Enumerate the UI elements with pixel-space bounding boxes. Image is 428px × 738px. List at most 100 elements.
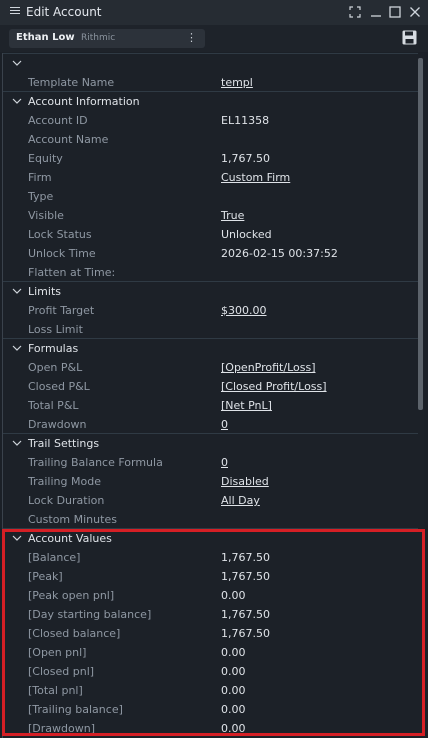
row-lock-duration: Lock Duration All Day: [3, 490, 418, 509]
row-label: [Trailing balance]: [28, 703, 123, 716]
chevron-down-icon[interactable]: [12, 59, 22, 67]
section-title: Account Information: [28, 95, 140, 108]
row-total-pnl: Total P&L [Net PnL]: [3, 395, 418, 414]
row-label: Total P&L: [28, 399, 79, 412]
row-closed-pnl: Closed P&L [Closed Profit/Loss]: [3, 376, 418, 395]
row-label: [Closed pnl]: [28, 665, 95, 678]
drawdown-formula-link[interactable]: 0: [221, 418, 228, 431]
hamburger-menu-icon[interactable]: [10, 5, 20, 16]
scrollbar-thumb[interactable]: [418, 58, 423, 410]
row-flatten-at-time: Flatten at Time:: [3, 262, 418, 281]
section-title: Formulas: [28, 342, 79, 355]
row-open-pnl-value: [Open pnl] 0.00: [3, 642, 418, 661]
row-label: [Day starting balance]: [28, 608, 152, 621]
minimize-icon[interactable]: [369, 5, 383, 19]
row-peak-open-pnl: [Peak open pnl] 0.00: [3, 585, 418, 604]
row-label: [Peak open pnl]: [28, 589, 115, 602]
row-closed-pnl-value: [Closed pnl] 0.00: [3, 661, 418, 680]
row-balance: [Balance] 1,767.50: [3, 547, 418, 566]
chevron-down-icon[interactable]: [12, 534, 22, 542]
chevron-down-icon[interactable]: [12, 439, 22, 447]
row-value: 0.00: [221, 665, 246, 678]
row-label: Trailing Mode: [28, 475, 101, 488]
account-selector[interactable]: Ethan Low Rithmic ⋮: [9, 29, 205, 48]
row-trailing-balance: [Trailing balance] 0.00: [3, 699, 418, 718]
account-name: Ethan Low: [16, 32, 75, 43]
row-label: Open P&L: [28, 361, 83, 374]
section-trail-settings[interactable]: Trail Settings: [3, 433, 418, 452]
row-peak: [Peak] 1,767.50: [3, 566, 418, 585]
row-visible: Visible True: [3, 205, 418, 224]
row-label: Lock Duration: [28, 494, 105, 507]
close-icon[interactable]: [408, 5, 422, 19]
more-options-icon[interactable]: ⋮: [186, 31, 197, 44]
row-account-id: Account ID EL11358: [3, 110, 418, 129]
chevron-down-icon[interactable]: [12, 287, 22, 295]
row-label: Account ID: [28, 114, 88, 127]
row-label: Trailing Balance Formula: [28, 456, 163, 469]
connection-name: Rithmic: [81, 33, 116, 43]
fullscreen-icon[interactable]: [348, 5, 362, 19]
row-label: Equity: [28, 152, 63, 165]
section-formulas[interactable]: Formulas: [3, 338, 418, 357]
profit-target-link[interactable]: $300.00: [221, 304, 267, 317]
total-pnl-formula-link[interactable]: [Net PnL]: [221, 399, 272, 412]
row-drawdown: Drawdown 0: [3, 414, 418, 433]
row-trailing-balance-formula: Trailing Balance Formula 0: [3, 452, 418, 471]
properties-panel: Template Name templ Account Information …: [2, 53, 418, 738]
row-label: Drawdown: [28, 418, 87, 431]
section-account-values[interactable]: Account Values: [3, 528, 418, 547]
row-equity: Equity 1,767.50: [3, 148, 418, 167]
closed-pnl-formula-link[interactable]: [Closed Profit/Loss]: [221, 380, 327, 393]
row-label: Unlock Time: [28, 247, 96, 260]
row-label: Loss Limit: [28, 323, 83, 336]
account-toolbar: Ethan Low Rithmic ⋮: [0, 25, 428, 52]
row-unlock-time: Unlock Time 2026-02-15 00:37:52: [3, 243, 418, 262]
row-value: 0.00: [221, 646, 246, 659]
section-title: Trail Settings: [28, 437, 100, 450]
lock-duration-link[interactable]: All Day: [221, 494, 260, 507]
section-limits[interactable]: Limits: [3, 281, 418, 300]
section-general[interactable]: [3, 53, 418, 72]
maximize-icon[interactable]: [388, 5, 402, 19]
trailing-balance-formula-link[interactable]: 0: [221, 456, 228, 469]
chevron-down-icon[interactable]: [12, 344, 22, 352]
row-label: Type: [28, 190, 54, 203]
section-account-information[interactable]: Account Information: [3, 91, 418, 110]
row-type: Type: [3, 186, 418, 205]
row-trailing-mode: Trailing Mode Disabled: [3, 471, 418, 490]
row-value: 1,767.50: [221, 608, 270, 621]
row-label: Closed P&L: [28, 380, 90, 393]
firm-link[interactable]: Custom Firm: [221, 171, 290, 184]
window-title: Edit Account: [26, 5, 102, 19]
row-account-name: Account Name: [3, 129, 418, 148]
row-value: 1,767.50: [221, 551, 270, 564]
section-title: Limits: [28, 285, 61, 298]
row-label: [Total pnl]: [28, 684, 83, 697]
row-value: EL11358: [221, 114, 270, 127]
trailing-mode-link[interactable]: Disabled: [221, 475, 269, 488]
row-custom-minutes: Custom Minutes: [3, 509, 418, 528]
template-name-value[interactable]: templ: [221, 76, 253, 89]
open-pnl-formula-link[interactable]: [OpenProfit/Loss]: [221, 361, 316, 374]
row-profit-target: Profit Target $300.00: [3, 300, 418, 319]
title-bar: Edit Account: [0, 0, 428, 25]
row-loss-limit: Loss Limit: [3, 319, 418, 338]
row-label: [Open pnl]: [28, 646, 87, 659]
row-drawdown-value: [Drawdown] 0.00: [3, 718, 418, 737]
row-label: [Drawdown]: [28, 722, 95, 735]
save-icon[interactable]: [402, 30, 417, 45]
row-label: [Peak]: [28, 570, 63, 583]
row-value: 0.00: [221, 589, 246, 602]
row-label: Flatten at Time:: [28, 266, 116, 279]
row-label: Profit Target: [28, 304, 95, 317]
row-open-pnl: Open P&L [OpenProfit/Loss]: [3, 357, 418, 376]
row-label: [Closed balance]: [28, 627, 121, 640]
chevron-down-icon[interactable]: [12, 97, 22, 105]
row-label: Lock Status: [28, 228, 92, 241]
row-closed-balance: [Closed balance] 1,767.50: [3, 623, 418, 642]
row-firm: Firm Custom Firm: [3, 167, 418, 186]
row-value: 0.00: [221, 703, 246, 716]
row-value: 1,767.50: [221, 152, 270, 165]
visible-link[interactable]: True: [221, 209, 244, 222]
